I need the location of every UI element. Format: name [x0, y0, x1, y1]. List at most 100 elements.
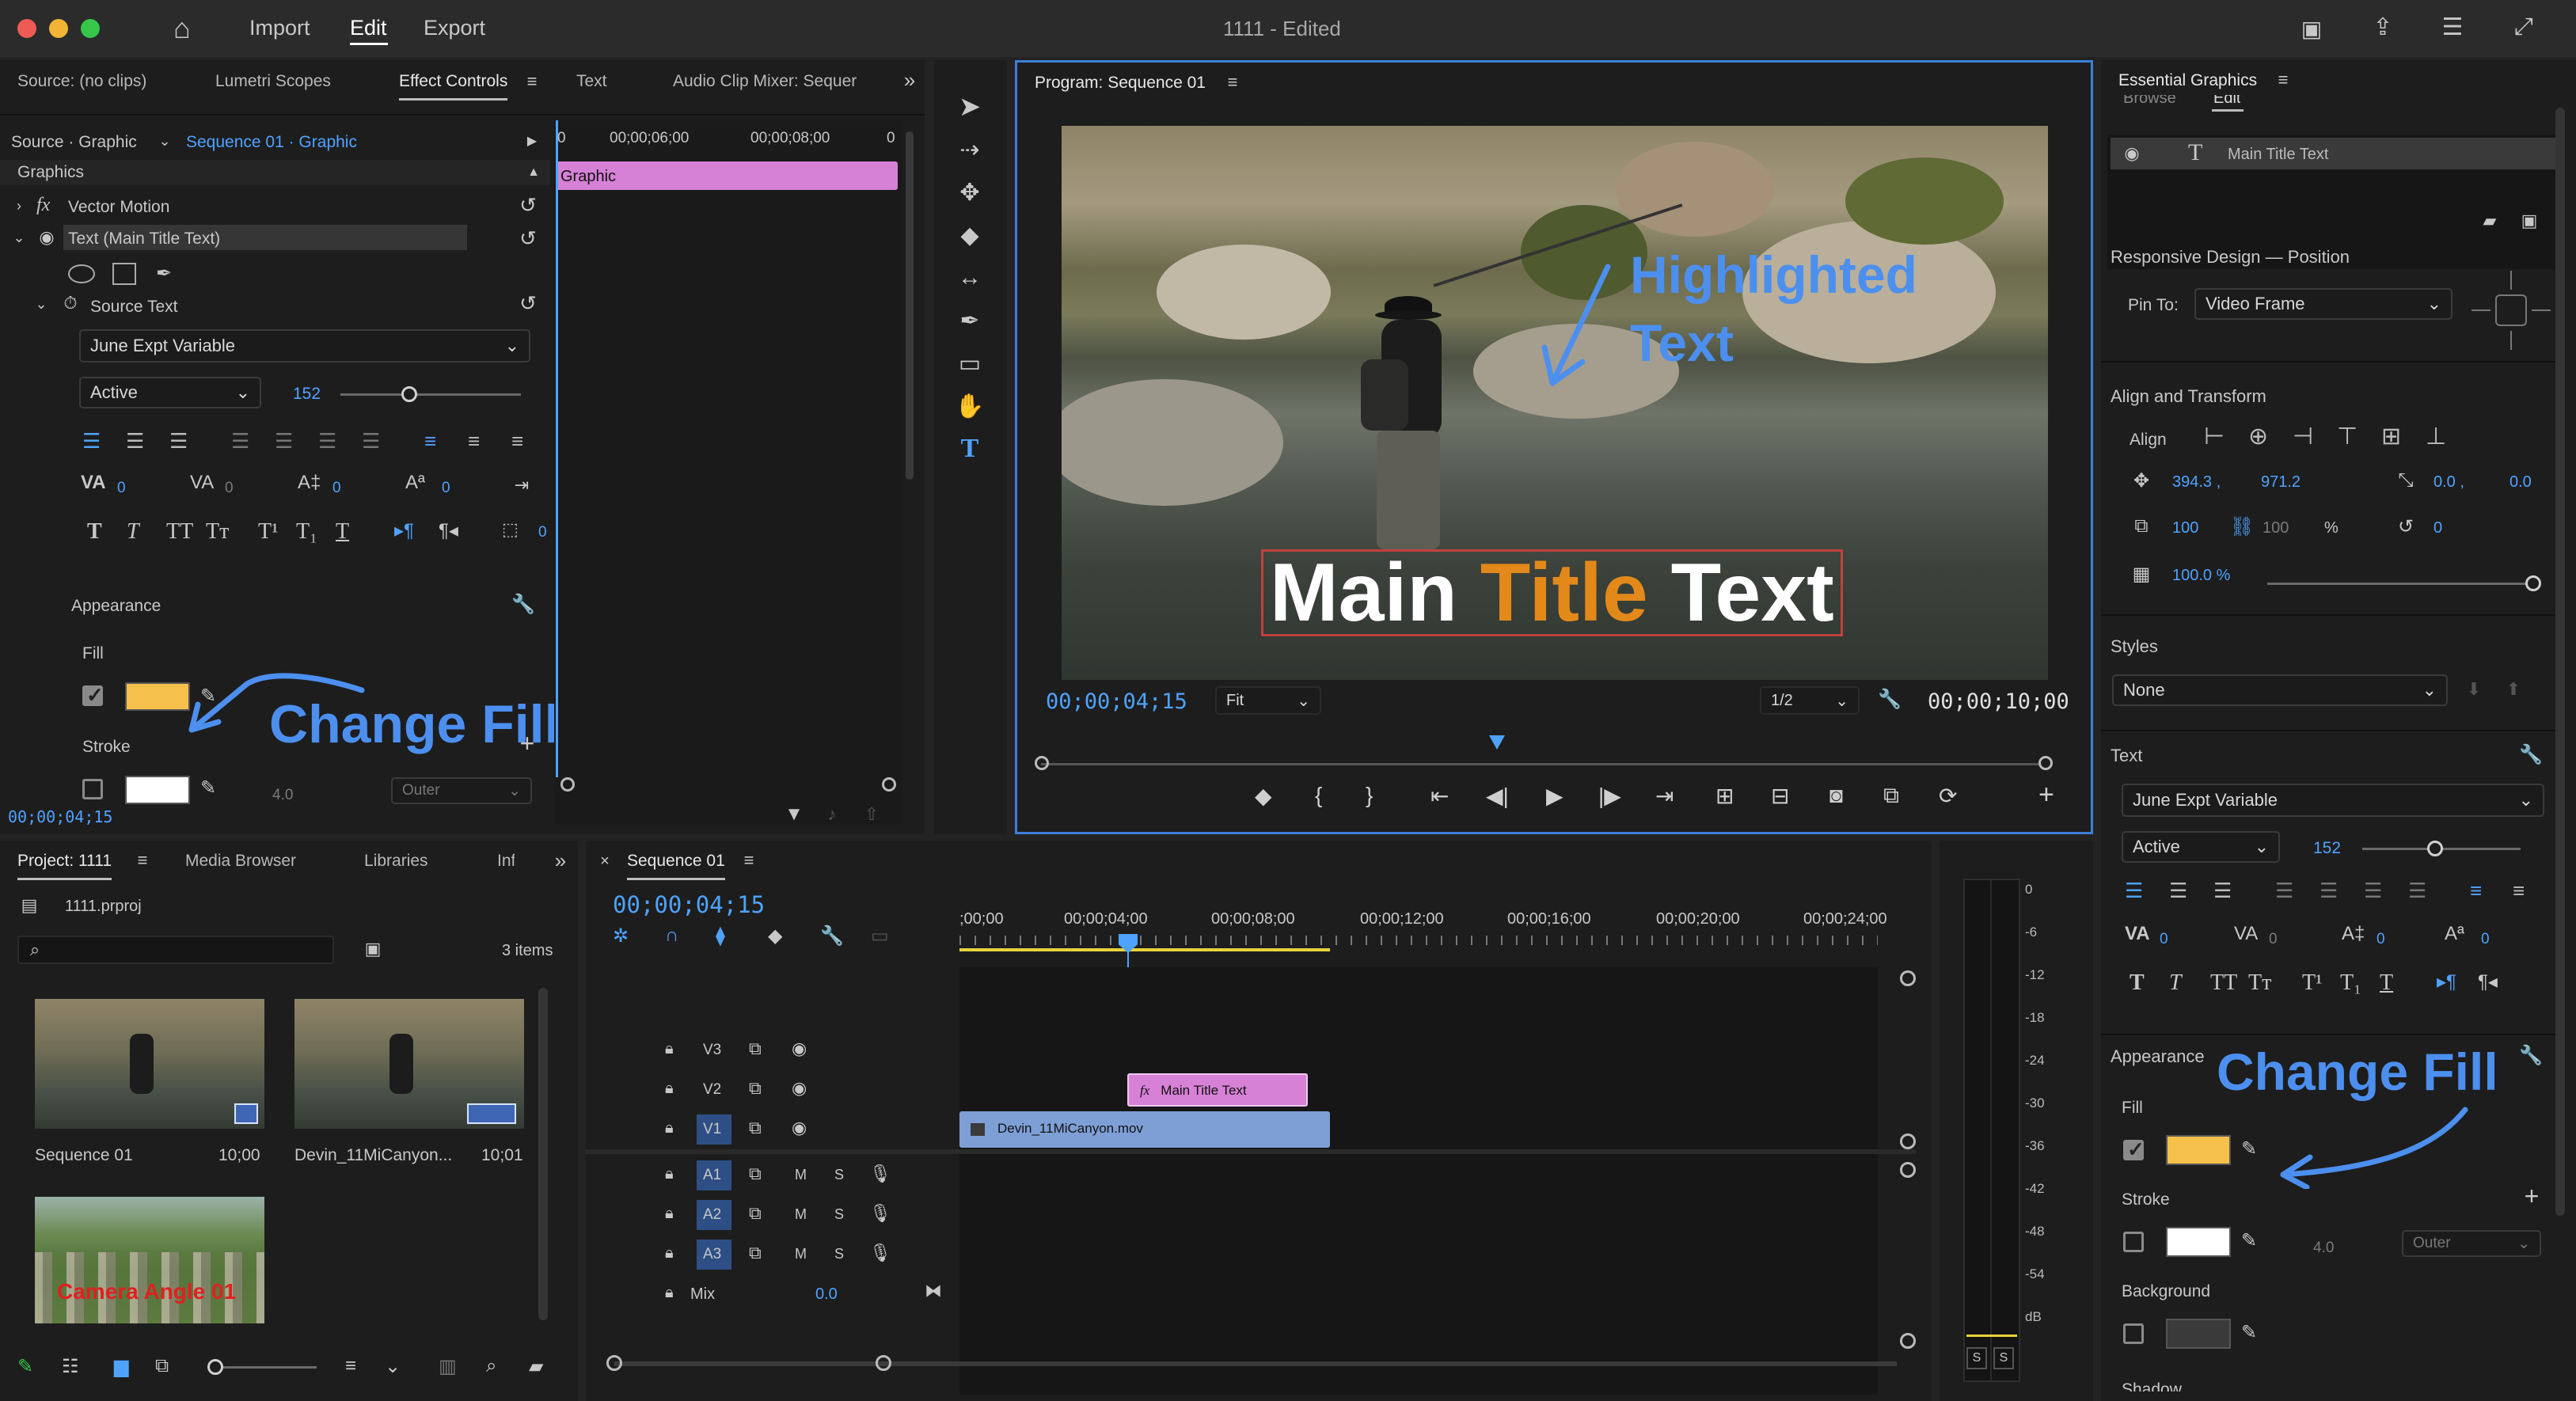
align-v-center-icon[interactable]: ⊞ [2381, 423, 2401, 450]
ellipse-mask-icon[interactable] [68, 264, 95, 283]
icon-view-icon[interactable]: ▆ [114, 1355, 128, 1378]
ec-scrollbar[interactable] [906, 131, 914, 480]
fill-checkbox[interactable] [2123, 1137, 2145, 1162]
razor-tool-icon[interactable]: ◆ [952, 217, 988, 253]
rotation-value[interactable]: 0 [2434, 519, 2442, 537]
lock-icon[interactable]: 🔒︎ [665, 1040, 674, 1058]
mark-out-icon[interactable]: } [1366, 783, 1373, 808]
add-button-icon[interactable]: + [2038, 780, 2054, 811]
underline-icon[interactable]: T [336, 519, 349, 545]
stopwatch-icon[interactable]: ⏱ [60, 293, 81, 313]
track-label-v3[interactable]: V3 [703, 1042, 727, 1061]
eyedropper-icon[interactable]: ✎ [2237, 1137, 2261, 1160]
filter-icon[interactable]: ▼ [782, 803, 806, 826]
sync-lock-icon[interactable]: ⧉ [749, 1164, 762, 1184]
find-icon[interactable]: ⌕ [486, 1355, 496, 1377]
scale-value[interactable]: 100 [2172, 519, 2198, 537]
snap-icon[interactable]: ∩ [665, 925, 678, 947]
all-caps-icon[interactable]: TT [166, 519, 193, 545]
project-scrollbar[interactable] [538, 988, 548, 1320]
nest-icon[interactable]: ✲ [613, 925, 629, 947]
project-search-input[interactable] [17, 936, 334, 964]
tab-project[interactable]: Project: 1111 [17, 852, 112, 880]
align-right-icon[interactable]: ☰ [2213, 879, 2232, 903]
rectangle-tool-icon[interactable]: ▭ [952, 345, 988, 382]
solo-button[interactable]: S [834, 1246, 844, 1262]
project-item-sequence[interactable] [35, 999, 264, 1129]
lock-icon[interactable]: 🔒︎ [665, 1205, 674, 1223]
selection-tool-icon[interactable]: ➤ [952, 89, 988, 125]
comparison-view-icon[interactable]: ⧉ [1883, 783, 1899, 809]
project-item-clip[interactable] [294, 999, 524, 1129]
pen-tool-icon[interactable]: ✒ [952, 302, 988, 339]
stroke-width-value[interactable]: 4.0 [2313, 1240, 2334, 1257]
tab-libraries[interactable]: Libraries [364, 852, 428, 871]
panel-menu-icon[interactable]: ≡ [2274, 68, 2293, 92]
opacity-slider-knob[interactable] [2525, 575, 2541, 591]
extract-icon[interactable]: ⊟ [1771, 783, 1789, 809]
sync-lock-icon[interactable]: ⧉ [749, 1203, 762, 1224]
tab-browse[interactable]: Browse [2123, 95, 2176, 106]
reset-icon[interactable]: ↺ [516, 226, 540, 250]
subscript-icon[interactable]: T₁ [296, 519, 317, 545]
justify-center-icon[interactable]: ☰ [2320, 879, 2338, 903]
ripple-edit-tool-icon[interactable]: ✥ [952, 174, 988, 211]
close-tab-icon[interactable]: × [595, 852, 614, 871]
wrench-icon[interactable]: 🔧 [511, 592, 535, 616]
position-y[interactable]: 971.2 [2261, 473, 2301, 492]
align-center-icon[interactable]: ☰ [126, 429, 144, 454]
more-tabs-icon[interactable]: » [549, 849, 572, 872]
nav-edit[interactable]: Edit [350, 16, 387, 40]
tab-text[interactable]: Text [576, 72, 607, 91]
eyedropper-icon[interactable]: ✎ [2237, 1320, 2261, 1344]
microphone-icon[interactable]: 🎙︎ [869, 1243, 891, 1263]
fill-checkbox[interactable] [82, 683, 104, 708]
justify-all-icon[interactable]: ☰ [362, 429, 380, 454]
go-to-end-icon[interactable]: ⧓ [925, 1281, 942, 1301]
font-size-slider-knob[interactable] [2427, 841, 2443, 856]
tsume-icon[interactable]: ⬚ [502, 519, 519, 540]
tab-edit[interactable]: Edit [2213, 95, 2240, 106]
captions-icon[interactable]: ▭ [871, 925, 889, 947]
ec-graphic-clip[interactable]: Graphic [556, 161, 898, 190]
pin-diagram[interactable] [2472, 271, 2551, 350]
ec-scrollbar-knob[interactable] [882, 777, 896, 792]
align-top-icon[interactable]: ≡ [424, 429, 436, 454]
lock-icon[interactable]: 🔒︎ [665, 1244, 674, 1262]
styles-dropdown[interactable]: None ⌄ [2112, 674, 2448, 706]
timeline-h-scroll[interactable] [614, 1361, 1897, 1366]
reset-icon[interactable]: ↺ [516, 291, 540, 315]
lock-icon[interactable]: 🔒︎ [665, 1119, 674, 1137]
wrench-icon[interactable]: 🔧 [2517, 741, 2544, 768]
ltr-icon[interactable]: ▸¶ [394, 519, 414, 542]
hand-tool-icon[interactable]: ✋ [952, 388, 988, 424]
pin-to-dropdown[interactable]: Video Frame ⌄ [2194, 288, 2453, 320]
pencil-icon[interactable]: ✎ [17, 1355, 33, 1378]
lift-icon[interactable]: ⊞ [1715, 783, 1734, 809]
chevron-down-icon[interactable]: ⌄ [385, 1355, 401, 1378]
tab-lumetri-scopes[interactable]: Lumetri Scopes [215, 72, 331, 91]
align-top-edge-icon[interactable]: ⊤ [2337, 423, 2358, 450]
stroke-type-dropdown[interactable]: Outer ⌄ [391, 777, 532, 804]
add-stroke-icon[interactable]: + [2521, 1182, 2543, 1210]
sync-lock-icon[interactable]: ⧉ [749, 1118, 762, 1138]
align-middle-icon[interactable]: ≡ [2513, 879, 2525, 903]
lock-icon[interactable]: 🔒︎ [665, 1165, 674, 1183]
play-icon[interactable]: ▶ [1546, 783, 1563, 809]
align-bottom-edge-icon[interactable]: ⊥ [2426, 423, 2446, 450]
eyedropper-icon[interactable]: ✎ [2237, 1228, 2261, 1252]
export-frame-icon[interactable]: ◙ [1829, 783, 1843, 808]
timeline-h-scroll-knob[interactable] [606, 1355, 622, 1371]
timeline-h-scroll-knob[interactable] [876, 1355, 891, 1371]
stroke-checkbox[interactable] [2123, 1232, 2144, 1252]
align-left-icon[interactable]: ☰ [82, 429, 101, 454]
leading-value[interactable]: 0 [2377, 931, 2385, 948]
tab-audio-clip-mixer[interactable]: Audio Clip Mixer: Sequer [673, 72, 857, 91]
small-caps-icon[interactable]: Tт [2248, 970, 2271, 996]
baseline-value[interactable]: 0 [442, 480, 450, 497]
background-checkbox[interactable] [2123, 1323, 2144, 1344]
font-dropdown[interactable]: June Expt Variable ⌄ [79, 329, 530, 363]
timeline-v-scroll-knob[interactable] [1900, 1133, 1916, 1149]
eye-icon[interactable]: ◉ [2118, 142, 2145, 165]
baseline-icon[interactable]: Aª [2445, 923, 2464, 945]
